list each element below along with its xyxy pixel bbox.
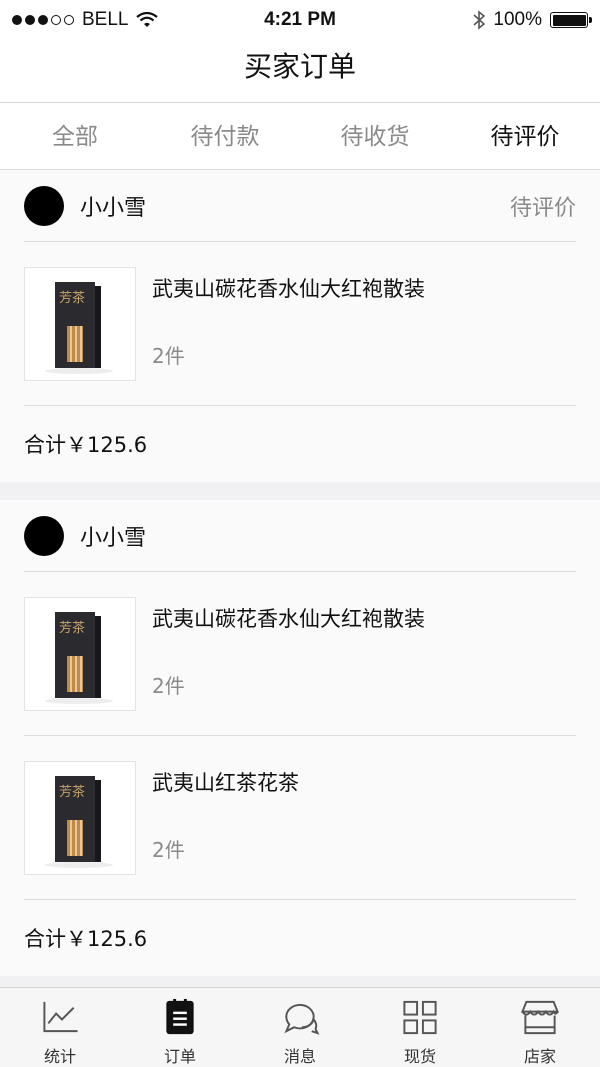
product-image-text: 芳茶 bbox=[59, 290, 86, 306]
battery-percent: 100% bbox=[493, 9, 542, 30]
avatar bbox=[24, 185, 64, 226]
order-item[interactable]: 芳茶 武夷山碳花香水仙大红袍散装 2件 bbox=[24, 242, 576, 406]
item-name: 武夷山红茶花茶 bbox=[152, 770, 299, 795]
tea-box-icon: 芳茶 bbox=[24, 596, 136, 711]
order-list: 小小雪 待评价 芳茶 武夷山碳花香水仙大红袍散装 2件 合计￥125.6 小小雪… bbox=[0, 170, 600, 987]
buyer-name: 小小雪 bbox=[80, 195, 147, 221]
order-header: 小小雪 待评价 bbox=[24, 170, 576, 242]
order-total: 合计￥125.6 bbox=[24, 433, 148, 457]
item-name: 武夷山碳花香水仙大红袍散装 bbox=[152, 276, 425, 301]
bluetooth-icon bbox=[473, 10, 486, 30]
tab-pending-receipt[interactable]: 待收货 bbox=[300, 104, 450, 169]
bottom-tab-bar: 统计 订单 消息 现货 店家 bbox=[0, 987, 600, 1067]
chart-icon bbox=[43, 1001, 78, 1033]
tabbar-label: 现货 bbox=[403, 1047, 436, 1066]
order-icon bbox=[166, 998, 194, 1035]
order-tabs: 全部 待付款 待收货 待评价 bbox=[0, 104, 600, 170]
status-bar: BELL 4:21 PM 100% bbox=[0, 0, 600, 40]
tea-box-icon: 芳茶 bbox=[24, 760, 136, 875]
order-card[interactable]: 小小雪 芳茶 武夷山碳花香水仙大红袍散装 2件 芳茶 武夷山红茶花茶 2件 合计… bbox=[0, 500, 600, 976]
message-icon bbox=[284, 1004, 320, 1035]
tabbar-item-stock[interactable]: 现货 bbox=[360, 988, 480, 1067]
page-title: 买家订单 bbox=[0, 40, 600, 103]
store-icon bbox=[521, 1000, 559, 1035]
item-info: 武夷山红茶花茶 2件 bbox=[152, 761, 299, 875]
item-quantity: 2件 bbox=[152, 343, 185, 368]
item-name: 武夷山碳花香水仙大红袍散装 bbox=[152, 606, 425, 631]
tabbar-item-stats[interactable]: 统计 bbox=[0, 988, 120, 1067]
order-card[interactable]: 小小雪 待评价 芳茶 武夷山碳花香水仙大红袍散装 2件 合计￥125.6 bbox=[0, 170, 600, 482]
order-status: 待评价 bbox=[509, 195, 576, 221]
tabbar-item-store[interactable]: 店家 bbox=[480, 988, 600, 1067]
tabbar-label: 店家 bbox=[523, 1047, 556, 1066]
product-image-text: 芳茶 bbox=[59, 784, 86, 800]
tabbar-item-messages[interactable]: 消息 bbox=[240, 988, 360, 1067]
tea-box-icon: 芳茶 bbox=[24, 266, 136, 381]
item-info: 武夷山碳花香水仙大红袍散装 2件 bbox=[152, 267, 425, 381]
item-quantity: 2件 bbox=[152, 837, 185, 862]
avatar bbox=[24, 515, 64, 556]
item-quantity: 2件 bbox=[152, 673, 185, 698]
tabbar-label: 统计 bbox=[43, 1047, 76, 1066]
tab-all[interactable]: 全部 bbox=[0, 104, 150, 169]
item-info: 武夷山碳花香水仙大红袍散装 2件 bbox=[152, 597, 425, 711]
tab-pending-review[interactable]: 待评价 bbox=[450, 104, 600, 169]
tabbar-label: 消息 bbox=[283, 1047, 316, 1066]
product-image-text: 芳茶 bbox=[59, 620, 86, 636]
tab-pending-payment[interactable]: 待付款 bbox=[150, 104, 300, 169]
status-right: 100% bbox=[473, 9, 592, 31]
tabbar-item-orders[interactable]: 订单 bbox=[120, 988, 240, 1067]
order-header: 小小雪 bbox=[24, 500, 576, 572]
battery-icon bbox=[550, 12, 592, 28]
buyer-name: 小小雪 bbox=[80, 525, 147, 551]
grid-icon bbox=[403, 1000, 437, 1035]
tabbar-label: 订单 bbox=[163, 1047, 196, 1066]
order-item[interactable]: 芳茶 武夷山碳花香水仙大红袍散装 2件 bbox=[24, 572, 576, 736]
order-total: 合计￥125.6 bbox=[24, 927, 148, 951]
order-item[interactable]: 芳茶 武夷山红茶花茶 2件 bbox=[24, 736, 576, 900]
